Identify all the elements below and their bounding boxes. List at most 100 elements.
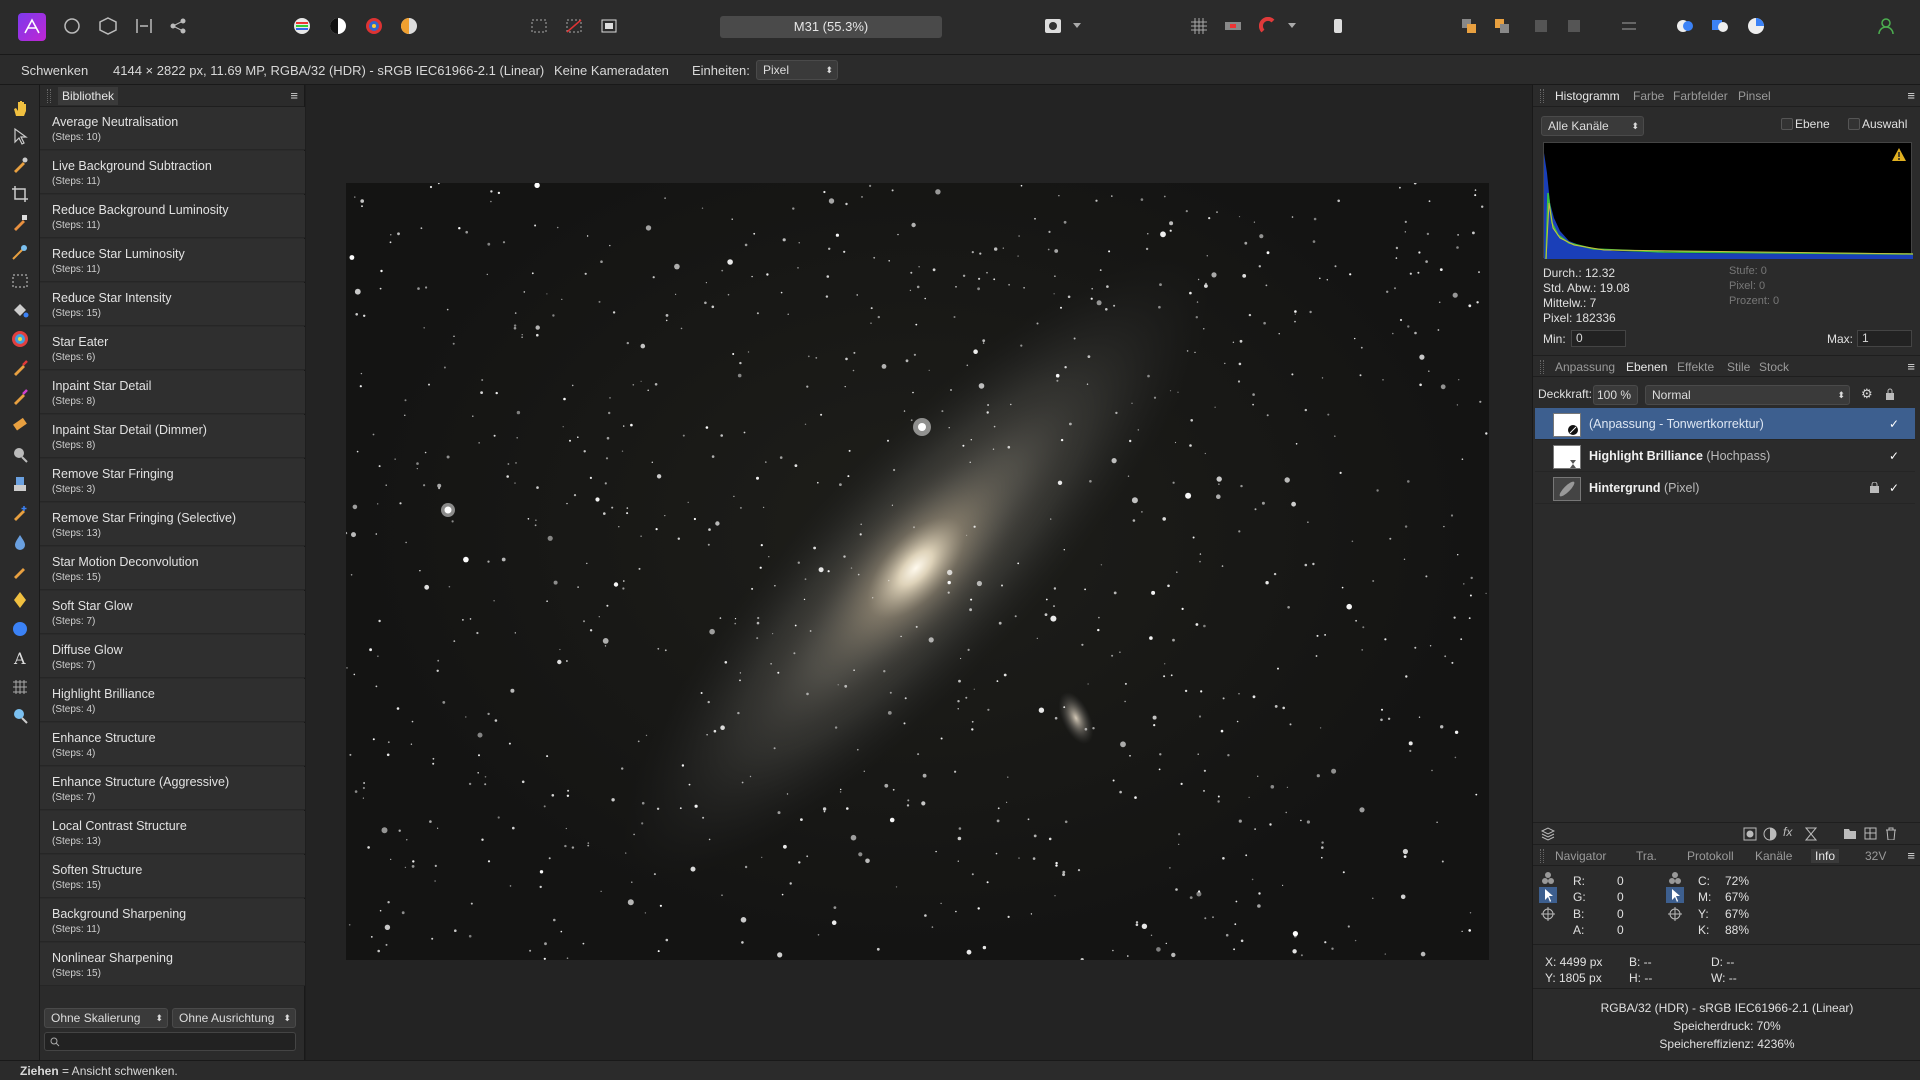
panel-grip-icon[interactable]	[1540, 89, 1544, 103]
gradient-tool-icon[interactable]	[8, 327, 32, 351]
lock-icon[interactable]	[1885, 388, 1895, 400]
white-balance-icon[interactable]	[397, 14, 421, 38]
tab-color[interactable]: Farbe	[1633, 89, 1664, 103]
layer-row-levels[interactable]: (Anpassung - Tonwertkorrektur) ✓	[1535, 408, 1915, 440]
library-search-input[interactable]	[44, 1032, 296, 1051]
tab-swatches[interactable]: Farbfelder	[1673, 89, 1728, 103]
library-item[interactable]: Remove Star Fringing (Steps: 3)	[40, 459, 305, 502]
clone-brush-tool-icon[interactable]	[8, 472, 32, 496]
invert-selection-icon[interactable]	[597, 14, 621, 38]
panel-menu-icon[interactable]: ≡	[1907, 848, 1915, 863]
quick-mask-dropdown-icon[interactable]	[1070, 14, 1084, 38]
crop-tool-icon[interactable]	[8, 182, 32, 206]
pointer-source-icon[interactable]	[1666, 887, 1684, 903]
panel-menu-icon[interactable]: ≡	[1907, 359, 1915, 374]
tab-effects[interactable]: Effekte	[1677, 360, 1714, 374]
channel-select[interactable]: Alle Kanäle ⬍	[1541, 116, 1644, 136]
marquee-select-icon[interactable]	[527, 14, 551, 38]
arrange-top-icon[interactable]	[1562, 14, 1586, 38]
hand-tool-icon[interactable]	[8, 96, 32, 120]
hsl-icon[interactable]	[362, 14, 386, 38]
document-title[interactable]: M31 (55.3%)	[720, 16, 942, 38]
paint-brush-tool-icon[interactable]	[8, 356, 32, 380]
library-item[interactable]: Average Neutralisation (Steps: 10)	[40, 107, 305, 150]
blend-mode-select[interactable]: Normal ⬍	[1645, 385, 1850, 405]
layers-stack-icon[interactable]	[1541, 827, 1555, 841]
pen-tool-icon[interactable]	[8, 588, 32, 612]
tab-history[interactable]: Protokoll	[1687, 849, 1734, 863]
tab-brushes[interactable]: Pinsel	[1738, 89, 1771, 103]
healing-brush-tool-icon[interactable]	[8, 501, 32, 525]
add-pixel-layer-icon[interactable]	[1864, 827, 1877, 840]
live-filter-icon[interactable]	[1805, 827, 1817, 841]
arrange-forward-icon[interactable]	[1490, 14, 1514, 38]
contrast-icon[interactable]	[326, 14, 350, 38]
library-tab[interactable]: Bibliothek	[58, 87, 119, 105]
zoom-tool-icon[interactable]	[8, 704, 32, 728]
layer-checkbox[interactable]	[1781, 118, 1793, 130]
arrange-front-icon[interactable]	[1529, 14, 1553, 38]
smudge-brush-tool-icon[interactable]	[8, 559, 32, 583]
fx-icon[interactable]: fx	[1783, 825, 1792, 839]
arrange-back-icon[interactable]	[1457, 14, 1481, 38]
layer-row-background[interactable]: Hintergrund (Pixel) ✓	[1535, 472, 1915, 504]
library-item[interactable]: Nonlinear Sharpening (Steps: 15)	[40, 943, 305, 986]
layer-visibility-checkbox[interactable]: ✓	[1889, 481, 1899, 495]
library-item[interactable]: Soften Structure (Steps: 15)	[40, 855, 305, 898]
subtract-boolean-icon[interactable]	[1708, 14, 1732, 38]
scale-select[interactable]: Ohne Skalierung ⬍	[44, 1008, 168, 1028]
layer-visibility-checkbox[interactable]: ✓	[1889, 449, 1899, 463]
selection-brush-tool-icon[interactable]	[8, 211, 32, 235]
mesh-warp-tool-icon[interactable]	[8, 675, 32, 699]
library-item[interactable]: Background Sharpening (Steps: 11)	[40, 899, 305, 942]
library-item[interactable]: Live Background Subtraction (Steps: 11)	[40, 151, 305, 194]
color-picker-tool-icon[interactable]	[8, 153, 32, 177]
library-item[interactable]: Enhance Structure (Steps: 4)	[40, 723, 305, 766]
tab-channels[interactable]: Kanäle	[1755, 849, 1792, 863]
tab-navigator[interactable]: Navigator	[1555, 849, 1606, 863]
library-item[interactable]: Local Contrast Structure (Steps: 13)	[40, 811, 305, 854]
library-item[interactable]: Reduce Star Luminosity (Steps: 11)	[40, 239, 305, 282]
blur-brush-tool-icon[interactable]	[8, 530, 32, 554]
share-icon[interactable]	[166, 14, 190, 38]
gear-icon[interactable]: ⚙	[1861, 386, 1873, 402]
panel-grip-icon[interactable]	[47, 89, 51, 103]
astro-photo[interactable]	[346, 183, 1489, 960]
align-icon[interactable]	[1617, 14, 1641, 38]
tab-adjustment[interactable]: Anpassung	[1555, 360, 1615, 374]
library-item[interactable]: Highlight Brilliance (Steps: 4)	[40, 679, 305, 722]
pointer-source-icon[interactable]	[1539, 887, 1557, 903]
max-input[interactable]: 1	[1857, 330, 1912, 347]
develop-persona-icon[interactable]	[60, 14, 84, 38]
library-item[interactable]: Reduce Star Intensity (Steps: 15)	[40, 283, 305, 326]
assistant-icon[interactable]	[1221, 14, 1245, 38]
move-tool-icon[interactable]	[8, 124, 32, 148]
library-item[interactable]: Remove Star Fringing (Selective) (Steps: …	[40, 503, 305, 546]
layer-row-highlight-brilliance[interactable]: Highlight Brilliance (Hochpass) ✓	[1535, 440, 1915, 472]
snapping-dropdown-icon[interactable]	[1285, 14, 1299, 38]
shape-tool-icon[interactable]	[8, 617, 32, 641]
panel-grip-icon[interactable]	[1540, 849, 1544, 863]
tab-info[interactable]: Info	[1811, 849, 1840, 863]
library-item[interactable]: Diffuse Glow (Steps: 7)	[40, 635, 305, 678]
transform-icon[interactable]	[1326, 14, 1350, 38]
dodge-tool-icon[interactable]	[8, 443, 32, 467]
library-item[interactable]: Star Motion Deconvolution (Steps: 15)	[40, 547, 305, 590]
folder-icon[interactable]	[1843, 827, 1857, 839]
grid-icon[interactable]	[1187, 14, 1211, 38]
selection-checkbox[interactable]	[1848, 118, 1860, 130]
intersect-boolean-icon[interactable]	[1744, 14, 1768, 38]
panel-menu-icon[interactable]: ≡	[290, 88, 298, 103]
library-item[interactable]: Inpaint Star Detail (Dimmer) (Steps: 8)	[40, 415, 305, 458]
flood-fill-tool-icon[interactable]	[8, 298, 32, 322]
app-logo-icon[interactable]	[18, 13, 46, 41]
panel-menu-icon[interactable]: ≡	[1907, 88, 1915, 103]
library-item[interactable]: Inpaint Star Detail (Steps: 8)	[40, 371, 305, 414]
align-select[interactable]: Ohne Ausrichtung ⬍	[172, 1008, 296, 1028]
snapping-icon[interactable]	[1256, 14, 1280, 38]
marquee-tool-icon[interactable]	[8, 269, 32, 293]
units-select[interactable]: Pixel ⬍	[756, 60, 838, 80]
text-tool-icon[interactable]: A	[8, 646, 32, 670]
add-mask-icon[interactable]	[1743, 827, 1757, 841]
tab-32v[interactable]: 32V	[1865, 849, 1886, 863]
